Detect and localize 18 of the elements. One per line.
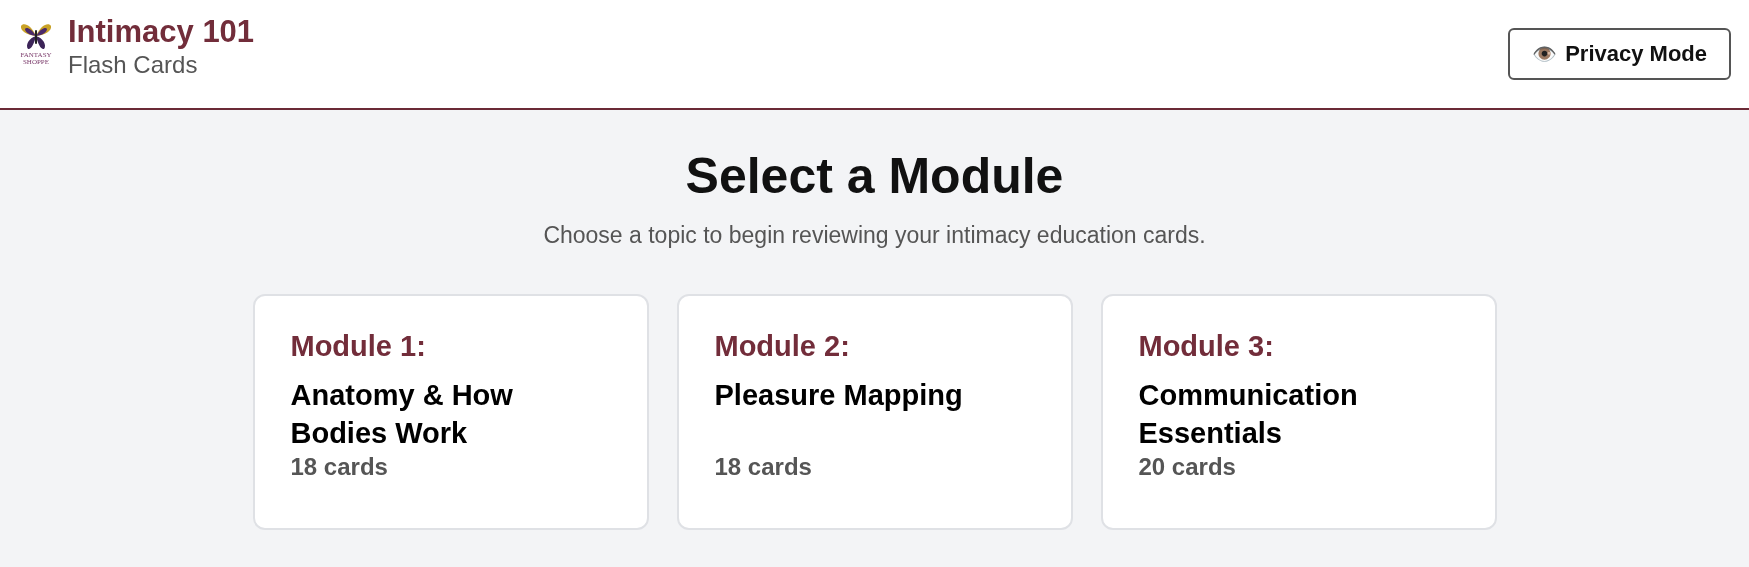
module-number: Module 1: — [290, 329, 426, 364]
module-card[interactable]: Module 2: Pleasure Mapping 18 cards — [676, 294, 1073, 530]
module-number: Module 2: — [714, 329, 850, 364]
card-count: 18 cards — [290, 452, 388, 482]
module-title: Communication Essentials — [1138, 379, 1358, 449]
card-count: 18 cards — [714, 452, 812, 482]
module-title: Pleasure Mapping — [714, 379, 963, 411]
eye-icon: 👁 — [1532, 42, 1558, 66]
app-subtitle: Flash Cards — [68, 50, 199, 80]
privacy-mode-button[interactable]: 👁 Privacy Mode — [1508, 28, 1731, 80]
module-card[interactable]: Module 1: Anatomy & How Bodies Work 18 cards — [252, 294, 649, 530]
module-card[interactable]: Module 3: Communication Essentials 20 cards — [1100, 294, 1497, 530]
module-number: Module 3: — [1138, 329, 1274, 364]
card-count: 20 cards — [1138, 452, 1236, 482]
module-title: Anatomy & How Bodies Work — [290, 379, 513, 449]
app-title: Intimacy 101 — [68, 14, 255, 50]
page-heading: Select a Module — [685, 147, 1064, 206]
page-description: Choose a topic to begin reviewing your intimacy education cards. — [543, 221, 1206, 250]
